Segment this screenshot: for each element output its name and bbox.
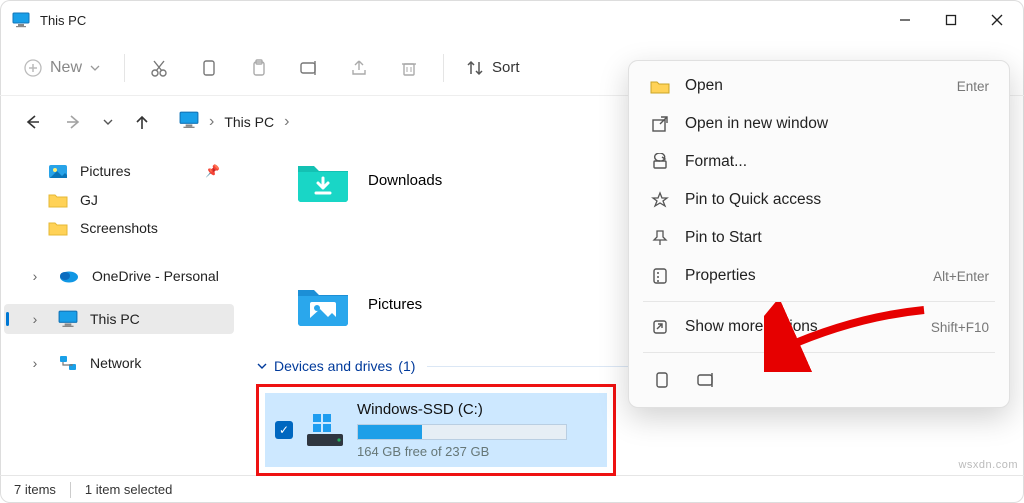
- context-menu-properties[interactable]: Properties Alt+Enter: [635, 257, 1003, 295]
- plus-circle-icon: [24, 59, 42, 77]
- properties-icon: [649, 267, 671, 285]
- drive-usage-bar: [357, 424, 567, 440]
- rename-button[interactable]: [289, 48, 329, 88]
- sidebar-item-label: This PC: [90, 311, 140, 327]
- file-explorer-window: This PC New Sort › This: [0, 0, 1024, 503]
- context-menu-label: Format...: [685, 153, 747, 171]
- context-menu-open-new-window[interactable]: Open in new window: [635, 105, 1003, 143]
- os-drive-icon: [303, 408, 347, 452]
- recent-locations-button[interactable]: [98, 104, 118, 140]
- navigation-pane: Pictures 📌 GJ Screenshots › OneDrive - P…: [0, 148, 238, 475]
- context-menu-label: Open in new window: [685, 115, 828, 133]
- context-menu-shortcut: Shift+F10: [931, 320, 989, 335]
- context-menu-label: Properties: [685, 267, 756, 285]
- group-label: Devices and drives: [274, 358, 392, 374]
- chevron-down-icon: [90, 64, 100, 72]
- context-menu-label: Pin to Start: [685, 229, 762, 247]
- downloads-folder-icon: [296, 158, 350, 202]
- drive-name: Windows-SSD (C:): [357, 401, 597, 418]
- show-more-icon: [649, 318, 671, 336]
- context-menu: Open Enter Open in new window Format... …: [628, 60, 1010, 408]
- this-pc-icon: [58, 310, 78, 328]
- copy-button[interactable]: [189, 48, 229, 88]
- pin-icon: [649, 229, 671, 247]
- status-bar: 7 items 1 item selected: [0, 475, 1024, 503]
- context-menu-icon-row: [635, 359, 1003, 401]
- context-menu-pin-to-start[interactable]: Pin to Start: [635, 219, 1003, 257]
- selection-checkbox[interactable]: ✓: [275, 421, 293, 439]
- group-count: (1): [398, 358, 415, 374]
- context-menu-label: Open: [685, 77, 723, 95]
- this-pc-icon: [12, 12, 30, 28]
- new-button[interactable]: New: [14, 53, 110, 83]
- context-menu-show-more-options[interactable]: Show more options Shift+F10: [635, 308, 1003, 346]
- onedrive-icon: [58, 268, 80, 284]
- up-button[interactable]: [124, 104, 160, 140]
- delete-button[interactable]: [389, 48, 429, 88]
- sidebar-item-network[interactable]: › Network: [4, 348, 234, 378]
- pictures-folder-icon: [296, 282, 350, 326]
- sidebar-item-label: Pictures: [80, 163, 131, 179]
- breadcrumb-location[interactable]: This PC: [224, 114, 274, 130]
- folder-icon: [48, 192, 68, 208]
- sidebar-item-label: GJ: [80, 192, 98, 208]
- context-menu-shortcut: Enter: [957, 79, 989, 94]
- copy-icon[interactable]: [649, 367, 675, 393]
- annotation-highlight-box: ✓ Windows-SSD (C:) 164 GB free of 237 GB: [256, 384, 616, 476]
- cut-button[interactable]: [139, 48, 179, 88]
- sort-label: Sort: [492, 59, 520, 76]
- chevron-right-icon[interactable]: ›: [28, 311, 42, 327]
- chevron-right-icon[interactable]: ›: [28, 268, 42, 284]
- maximize-button[interactable]: [928, 0, 974, 40]
- context-menu-label: Show more options: [685, 318, 818, 336]
- folder-icon: [48, 220, 68, 236]
- pin-icon: 📌: [205, 164, 220, 178]
- network-icon: [58, 354, 78, 372]
- status-item-count: 7 items: [14, 482, 56, 497]
- sidebar-item-label: Screenshots: [80, 220, 158, 236]
- chevron-right-icon[interactable]: ›: [28, 355, 42, 371]
- context-menu-shortcut: Alt+Enter: [933, 269, 989, 284]
- folder-label: Pictures: [368, 296, 422, 313]
- sort-button[interactable]: Sort: [458, 48, 528, 88]
- paste-button[interactable]: [239, 48, 279, 88]
- sidebar-item-label: OneDrive - Personal: [92, 268, 219, 284]
- drive-windows-ssd-c[interactable]: ✓ Windows-SSD (C:) 164 GB free of 237 GB: [265, 393, 607, 467]
- star-icon: [649, 191, 671, 209]
- sidebar-item-gj[interactable]: GJ: [4, 186, 234, 214]
- sidebar-item-pictures[interactable]: Pictures 📌: [4, 156, 234, 186]
- back-button[interactable]: [14, 104, 50, 140]
- folder-open-icon: [649, 78, 671, 94]
- share-button[interactable]: [339, 48, 379, 88]
- this-pc-icon: [179, 111, 199, 134]
- pictures-folder-icon: [48, 162, 68, 180]
- drive-free-space: 164 GB free of 237 GB: [357, 444, 597, 459]
- new-window-icon: [649, 115, 671, 133]
- format-icon: [649, 153, 671, 171]
- chevron-right-icon: ›: [209, 113, 214, 131]
- sidebar-item-label: Network: [90, 355, 141, 371]
- folder-label: Downloads: [368, 172, 442, 189]
- status-selected-count: 1 item selected: [85, 482, 172, 497]
- sidebar-item-this-pc[interactable]: › This PC: [4, 304, 234, 334]
- context-menu-label: Pin to Quick access: [685, 191, 821, 209]
- close-button[interactable]: [974, 0, 1020, 40]
- window-title: This PC: [40, 13, 86, 28]
- context-menu-open[interactable]: Open Enter: [635, 67, 1003, 105]
- sort-icon: [466, 59, 484, 77]
- sidebar-item-screenshots[interactable]: Screenshots: [4, 214, 234, 242]
- new-button-label: New: [50, 59, 82, 77]
- chevron-down-icon: [256, 360, 268, 372]
- forward-button[interactable]: [56, 104, 92, 140]
- title-bar: This PC: [0, 0, 1024, 40]
- minimize-button[interactable]: [882, 0, 928, 40]
- context-menu-format[interactable]: Format...: [635, 143, 1003, 181]
- sidebar-item-onedrive[interactable]: › OneDrive - Personal: [4, 262, 234, 290]
- rename-icon[interactable]: [693, 367, 719, 393]
- chevron-right-icon: ›: [284, 113, 289, 131]
- watermark: wsxdn.com: [958, 459, 1018, 471]
- context-menu-pin-quick-access[interactable]: Pin to Quick access: [635, 181, 1003, 219]
